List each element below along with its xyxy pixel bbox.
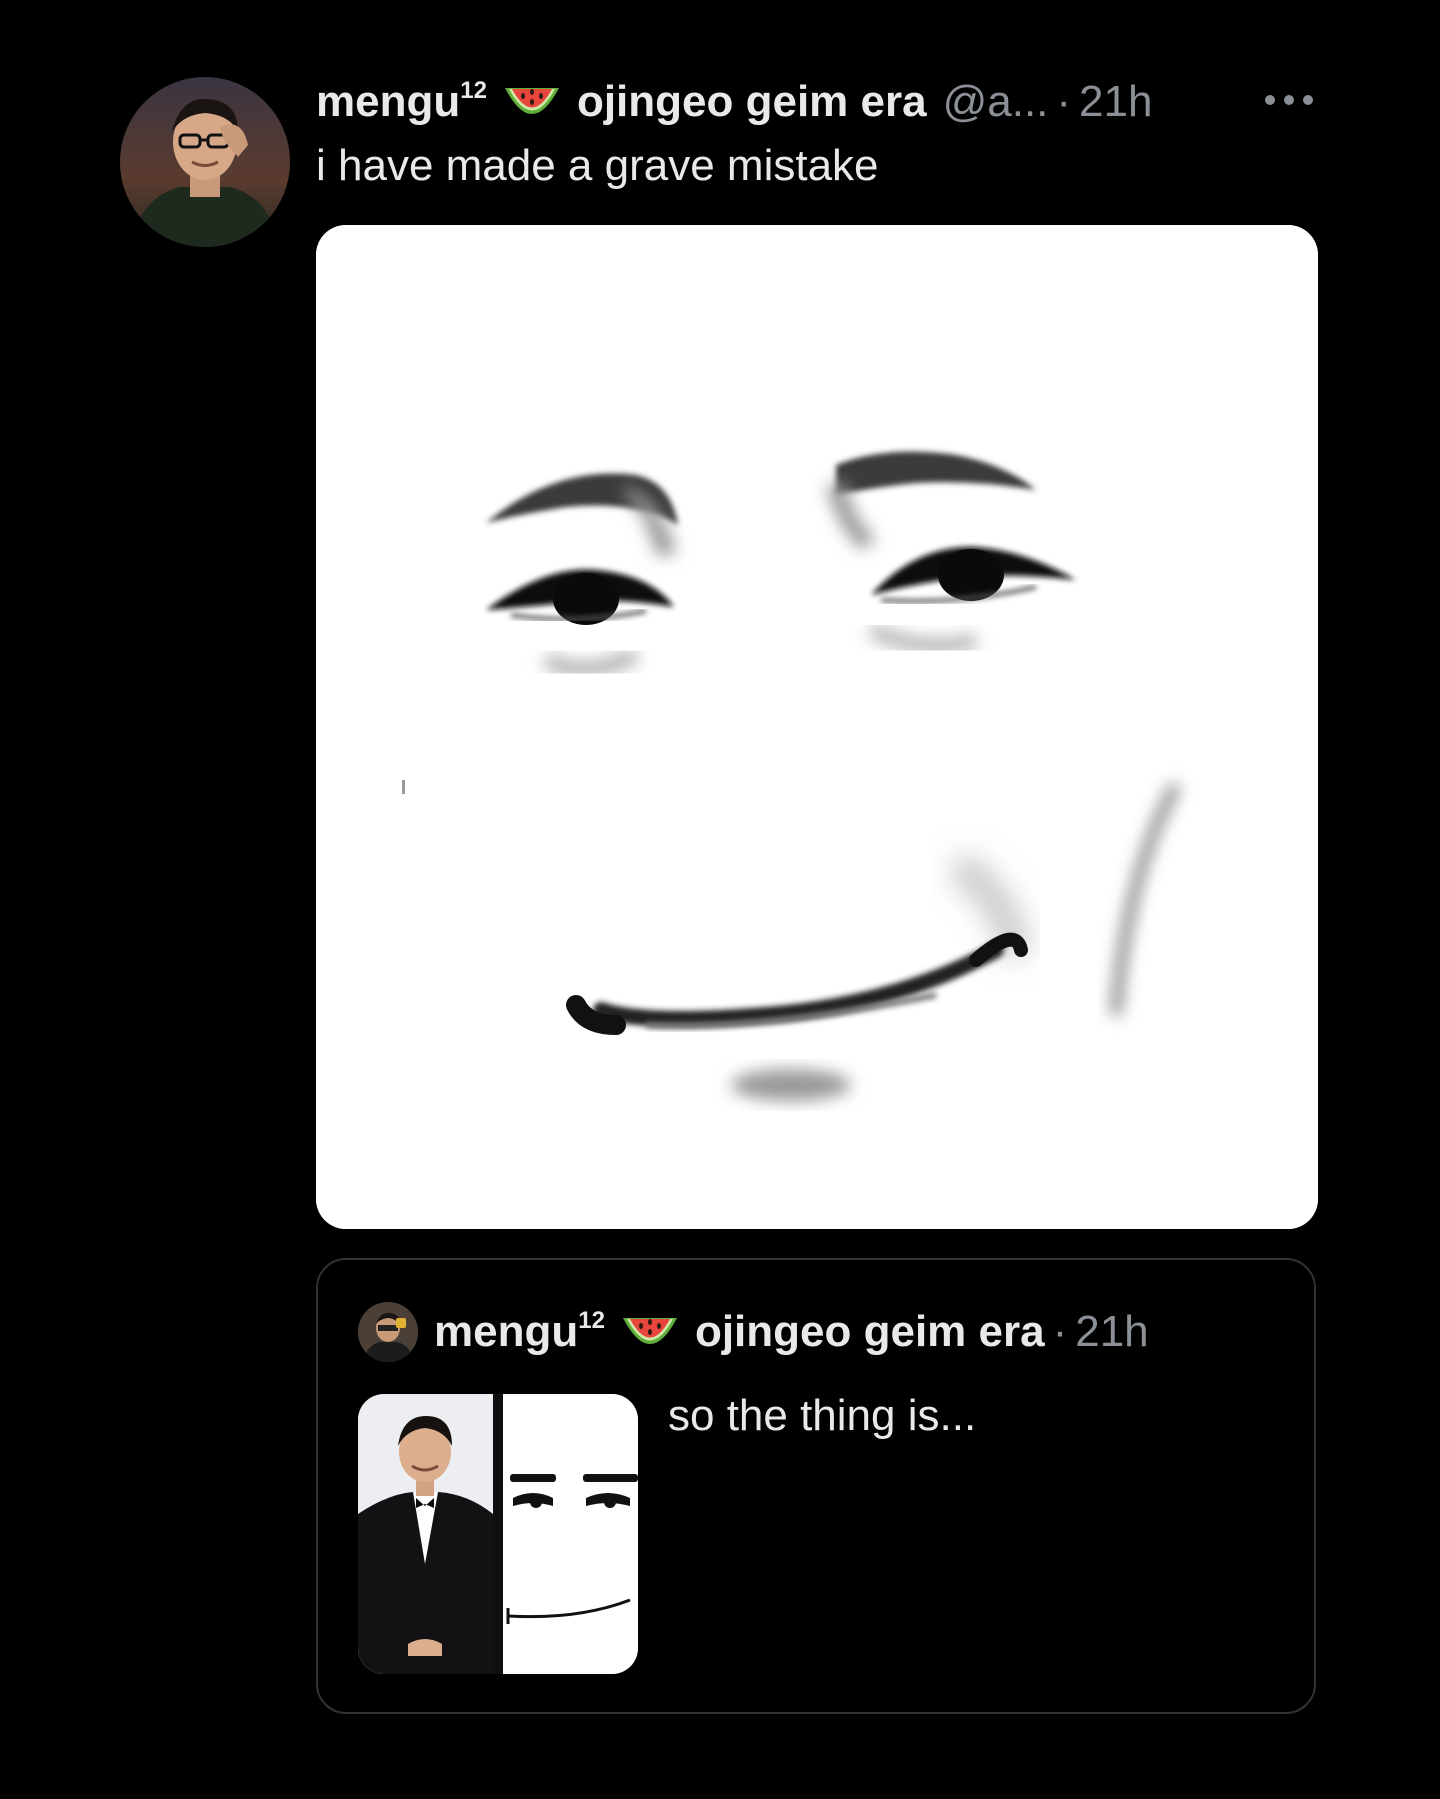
post-timestamp[interactable]: 21h [1079, 72, 1152, 132]
quoted-author-name-superscript: 12 [578, 1307, 605, 1334]
post[interactable]: mengu12 ojingeo geim era @a... · 21h i h… [0, 0, 1440, 1799]
dot-icon [1284, 95, 1294, 105]
quoted-post-timestamp[interactable]: 21h [1075, 1302, 1148, 1362]
watermelon-icon [622, 1318, 677, 1344]
quoted-author-display-name[interactable]: mengu12 [434, 1302, 605, 1362]
roblox-man-face-image [316, 225, 1318, 1229]
more-options-icon[interactable] [1265, 90, 1313, 110]
author-name-superscript: 12 [460, 77, 487, 104]
dot-icon [1303, 95, 1313, 105]
post-header: mengu12 ojingeo geim era @a... · 21h [316, 72, 1316, 132]
watermelon-icon [504, 88, 559, 114]
avatar-photo-icon [120, 77, 290, 247]
quoted-post-image[interactable] [358, 1394, 638, 1674]
quoted-author-name-suffix[interactable]: ojingeo geim era [695, 1302, 1045, 1362]
actor-and-roblox-face-image [358, 1394, 638, 1674]
author-handle[interactable]: @a... [943, 72, 1049, 132]
quoted-post[interactable]: mengu12 ojingeo geim era · 21h so the th… [316, 1258, 1316, 1714]
separator-dot: · [1056, 77, 1072, 126]
post-image[interactable] [316, 225, 1318, 1229]
author-name[interactable]: mengu [316, 77, 460, 126]
dot-icon [1265, 95, 1275, 105]
author-name-suffix[interactable]: ojingeo geim era [577, 72, 927, 132]
quoted-author-avatar[interactable] [358, 1302, 418, 1362]
author-avatar[interactable] [120, 77, 290, 247]
quoted-author-name[interactable]: mengu [434, 1307, 578, 1356]
avatar-photo-icon [358, 1302, 418, 1362]
post-text: i have made a grave mistake [316, 141, 879, 190]
separator-dot: · [1052, 1307, 1068, 1356]
author-display-name[interactable]: mengu12 [316, 72, 487, 132]
quoted-post-header: mengu12 ojingeo geim era · 21h [434, 1302, 1149, 1362]
quoted-post-text: so the thing is... [668, 1391, 977, 1440]
